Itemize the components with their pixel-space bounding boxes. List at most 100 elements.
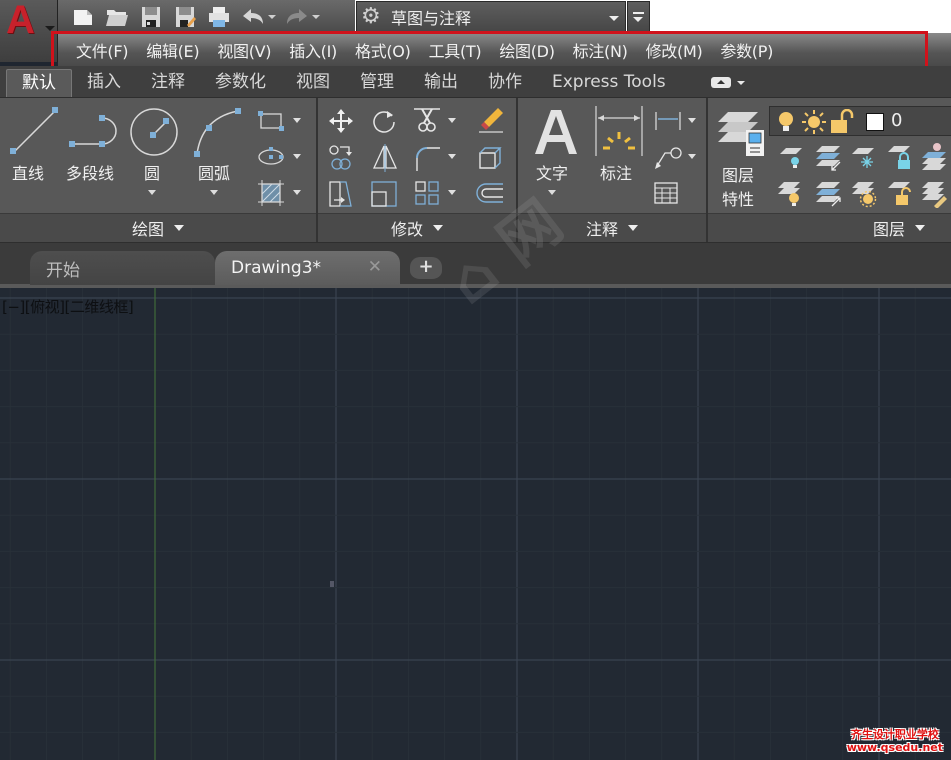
workspace-switcher[interactable]: ⚙ 草图与注释 [356,1,626,32]
menu-dimension[interactable]: 标注(N) [573,38,628,62]
crosshair-cursor [330,581,334,587]
layer-thaw-sun-icon[interactable] [802,110,826,134]
save-as-icon[interactable] [172,4,198,30]
layer-freeze-icon[interactable] [850,146,876,170]
layer-unisolate-icon[interactable] [814,180,842,208]
layer-unlock-icon[interactable] [830,109,854,135]
save-icon[interactable] [138,4,164,30]
erase-icon[interactable] [476,106,504,134]
text-tool[interactable]: 文字 [536,160,568,195]
tab-insert[interactable]: 插入 [72,69,136,97]
offset-icon[interactable] [476,182,504,204]
layer-off-icon[interactable] [778,146,804,170]
linear-dimension-dropdown-icon[interactable] [688,118,696,123]
customize-qat-button[interactable] [627,1,650,32]
close-icon[interactable]: ✕ [368,257,382,277]
layer-change-icon[interactable] [920,180,948,208]
copy-icon[interactable] [328,144,354,172]
new-drawing-tab-button[interactable]: + [410,257,442,279]
circle-dropdown-icon[interactable] [148,190,156,195]
tab-express-tools[interactable]: Express Tools [537,69,681,97]
undo-icon[interactable] [240,4,266,30]
arc-tool[interactable]: 圆弧 [198,160,230,195]
tab-parametric[interactable]: 参数化 [200,69,281,97]
move-icon[interactable] [328,108,354,134]
drawing-canvas[interactable]: [−][俯视][二维线框] 齐生设计职业学校 www.qsedu.net [0,288,951,760]
layer-match-icon[interactable] [920,142,948,172]
layer-isolate-icon[interactable] [814,144,842,172]
mirror-icon[interactable] [372,144,398,172]
circle-tool[interactable]: 圆 [144,160,160,195]
array-dropdown-icon[interactable] [448,190,456,195]
text-icon[interactable] [534,108,578,156]
menu-insert[interactable]: 插入(I) [289,38,337,62]
text-dropdown-icon[interactable] [548,190,556,195]
menu-format[interactable]: 格式(O) [355,38,411,62]
table-icon[interactable] [654,182,678,204]
tab-collaborate[interactable]: 协作 [473,69,537,97]
tab-annotate[interactable]: 注释 [136,69,200,97]
menu-view[interactable]: 视图(V) [217,38,271,62]
dimension-icon[interactable] [594,106,644,158]
layer-properties-tool[interactable]: 图层 特性 [722,162,754,210]
hatch-icon[interactable] [258,180,284,206]
linear-dimension-icon[interactable] [654,110,682,132]
tab-output[interactable]: 输出 [409,69,473,97]
3d-box-icon[interactable] [476,144,504,172]
polyline-icon[interactable] [66,114,122,150]
dimension-tool[interactable]: 标注 [600,160,632,184]
file-tab-drawing3[interactable]: Drawing3* ✕ [215,251,400,285]
plot-icon[interactable] [206,4,232,30]
ellipse-icon[interactable] [258,146,284,168]
redo-icon[interactable] [284,4,310,30]
trim-icon[interactable] [414,106,440,134]
undo-dropdown-icon[interactable] [268,14,276,19]
line-icon[interactable] [8,106,60,158]
open-folder-icon[interactable] [104,4,130,30]
leader-icon[interactable] [654,146,682,170]
polyline-tool[interactable]: 多段线 [66,160,114,184]
fillet-icon[interactable] [414,144,440,172]
menu-file[interactable]: 文件(F) [76,38,129,62]
circle-icon[interactable] [128,106,180,158]
menu-modify[interactable]: 修改(M) [646,38,703,62]
scale-icon[interactable] [370,180,398,208]
viewport-controls-label[interactable]: [−][俯视][二维线框] [2,296,134,317]
rectangle-dropdown-icon[interactable] [293,118,301,123]
layer-unlock-all-icon[interactable] [886,180,914,208]
menu-draw[interactable]: 绘图(D) [499,38,555,62]
tab-view[interactable]: 视图 [281,69,345,97]
array-icon[interactable] [414,180,440,206]
tab-manage[interactable]: 管理 [345,69,409,97]
draw-panel-title[interactable]: 绘图 [0,213,316,242]
rotate-icon[interactable] [372,108,398,134]
stretch-icon[interactable] [328,180,354,208]
new-file-icon[interactable] [70,4,96,30]
menu-tools[interactable]: 工具(T) [429,38,482,62]
menu-edit[interactable]: 编辑(E) [146,38,199,62]
arc-dropdown-icon[interactable] [210,190,218,195]
modify-panel-title[interactable]: 修改 [318,213,516,242]
layer-thaw-all-icon[interactable] [850,180,878,208]
rectangle-icon[interactable] [258,111,284,131]
hatch-dropdown-icon[interactable] [293,190,301,195]
layer-properties-icon[interactable] [716,108,766,158]
application-menu-button[interactable]: A [0,0,58,62]
redo-dropdown-icon[interactable] [312,14,320,19]
file-tab-start[interactable]: 开始 [30,251,215,285]
layer-dropdown[interactable]: 0 [769,106,951,136]
ribbon-minimize-button[interactable] [710,77,745,97]
trim-dropdown-icon[interactable] [448,118,456,123]
arc-icon[interactable] [192,106,244,158]
leader-dropdown-icon[interactable] [688,154,696,159]
line-tool[interactable]: 直线 [12,160,44,184]
layers-panel-title[interactable]: 图层 [708,213,951,242]
tab-home[interactable]: 默认 [6,69,72,97]
ellipse-dropdown-icon[interactable] [293,154,301,159]
fillet-dropdown-icon[interactable] [448,154,456,159]
layer-on-all-icon[interactable] [776,180,804,208]
annotation-panel-title[interactable]: 注释 [518,213,706,242]
menu-parameters[interactable]: 参数(P) [720,38,773,62]
layer-on-bulb-icon[interactable] [776,111,796,133]
layer-lock-icon[interactable] [886,144,912,170]
